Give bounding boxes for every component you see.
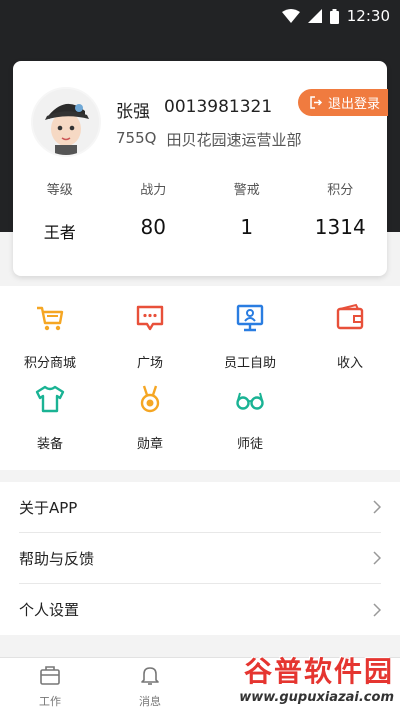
user-name: 张强 [116, 102, 150, 122]
user-code: 755Q [116, 129, 157, 147]
grid-item-self-service[interactable]: 员工自助 [200, 302, 300, 371]
chevron-right-icon [373, 500, 381, 514]
chevron-right-icon [373, 551, 381, 565]
avatar-image [33, 89, 99, 155]
stat-level: 等级 王者 [13, 179, 107, 243]
grid-label: 装备 [36, 437, 63, 452]
wallet-icon [336, 303, 364, 330]
tab-label: 消息 [139, 695, 161, 708]
menu-label: 个人设置 [19, 601, 80, 619]
chat-bubble-icon [136, 305, 164, 331]
stat-value: 1314 [314, 215, 366, 239]
stat-points: 积分 1314 [294, 179, 388, 243]
stat-value: 80 [140, 215, 166, 239]
grid-item-mentorship[interactable]: 师徒 [200, 383, 300, 452]
cart-icon [37, 306, 64, 331]
medal-icon [140, 385, 160, 413]
grid-label: 员工自助 [223, 356, 276, 371]
stat-label: 积分 [327, 183, 354, 198]
stat-label: 战力 [140, 183, 167, 198]
tab-work[interactable]: 工作 [0, 658, 100, 711]
feature-grid: 积分商城 广场 员工自助 收入 装备 勋章 师徒 [0, 286, 400, 470]
grid-label: 勋章 [136, 437, 163, 452]
menu-item-help-feedback[interactable]: 帮助与反馈 [19, 533, 381, 584]
stat-value: 1 [240, 215, 254, 239]
status-bar: 12:30 [0, 0, 400, 32]
logout-label: 退出登录 [328, 97, 381, 112]
stat-value: 王者 [43, 223, 76, 242]
menu-item-about-app[interactable]: 关于APP [19, 482, 381, 533]
chevron-right-icon [373, 602, 381, 617]
stat-label: 警戒 [233, 183, 260, 198]
stat-label: 等级 [46, 183, 73, 198]
stat-power: 战力 80 [107, 179, 201, 243]
grid-item-medal[interactable]: 勋章 [100, 383, 200, 452]
grid-label: 积分商城 [23, 356, 76, 371]
signal-icon [307, 9, 322, 23]
watermark-url: www.gupuxiazai.com [239, 690, 394, 705]
shirt-icon [35, 385, 65, 413]
watermark-logo: 谷普软件园 www.gupuxiazai.com [239, 650, 394, 705]
briefcase-icon [40, 666, 60, 685]
grid-item-income[interactable]: 收入 [300, 302, 400, 371]
user-department: 田贝花园速运营业部 [166, 131, 302, 149]
stats-row: 等级 王者 战力 80 警戒 1 积分 1314 [13, 179, 387, 243]
avatar[interactable] [31, 87, 101, 157]
menu-item-personal-settings[interactable]: 个人设置 [19, 584, 381, 635]
tab-label: 工作 [39, 695, 61, 708]
watermark-title: 谷普软件园 [243, 655, 394, 688]
menu-label: 帮助与反馈 [19, 549, 95, 568]
grid-item-points-mall[interactable]: 积分商城 [0, 302, 100, 371]
status-time: 12:30 [346, 7, 390, 25]
wifi-icon [281, 9, 300, 23]
grid-label: 师徒 [236, 437, 263, 452]
grid-label: 广场 [136, 356, 163, 371]
logout-icon [310, 96, 323, 109]
menu-label: 关于APP [19, 498, 78, 517]
glasses-icon [236, 392, 264, 410]
stat-warning: 警戒 1 [200, 179, 294, 243]
grid-item-square[interactable]: 广场 [100, 302, 200, 371]
tab-messages[interactable]: 消息 [100, 658, 200, 711]
bell-icon [141, 667, 159, 685]
grid-label: 收入 [336, 356, 363, 371]
profile-card: 张强 0013981321 755Q 田贝花园速运营业部 退出登录 等级 王者 … [13, 61, 388, 276]
grid-item-equipment[interactable]: 装备 [0, 383, 100, 452]
logout-button[interactable]: 退出登录 [298, 89, 388, 116]
settings-menu: 关于APP 帮助与反馈 个人设置 [0, 482, 400, 635]
user-id: 0013981321 [164, 97, 273, 117]
battery-icon [329, 8, 339, 24]
monitor-user-icon [236, 304, 264, 332]
